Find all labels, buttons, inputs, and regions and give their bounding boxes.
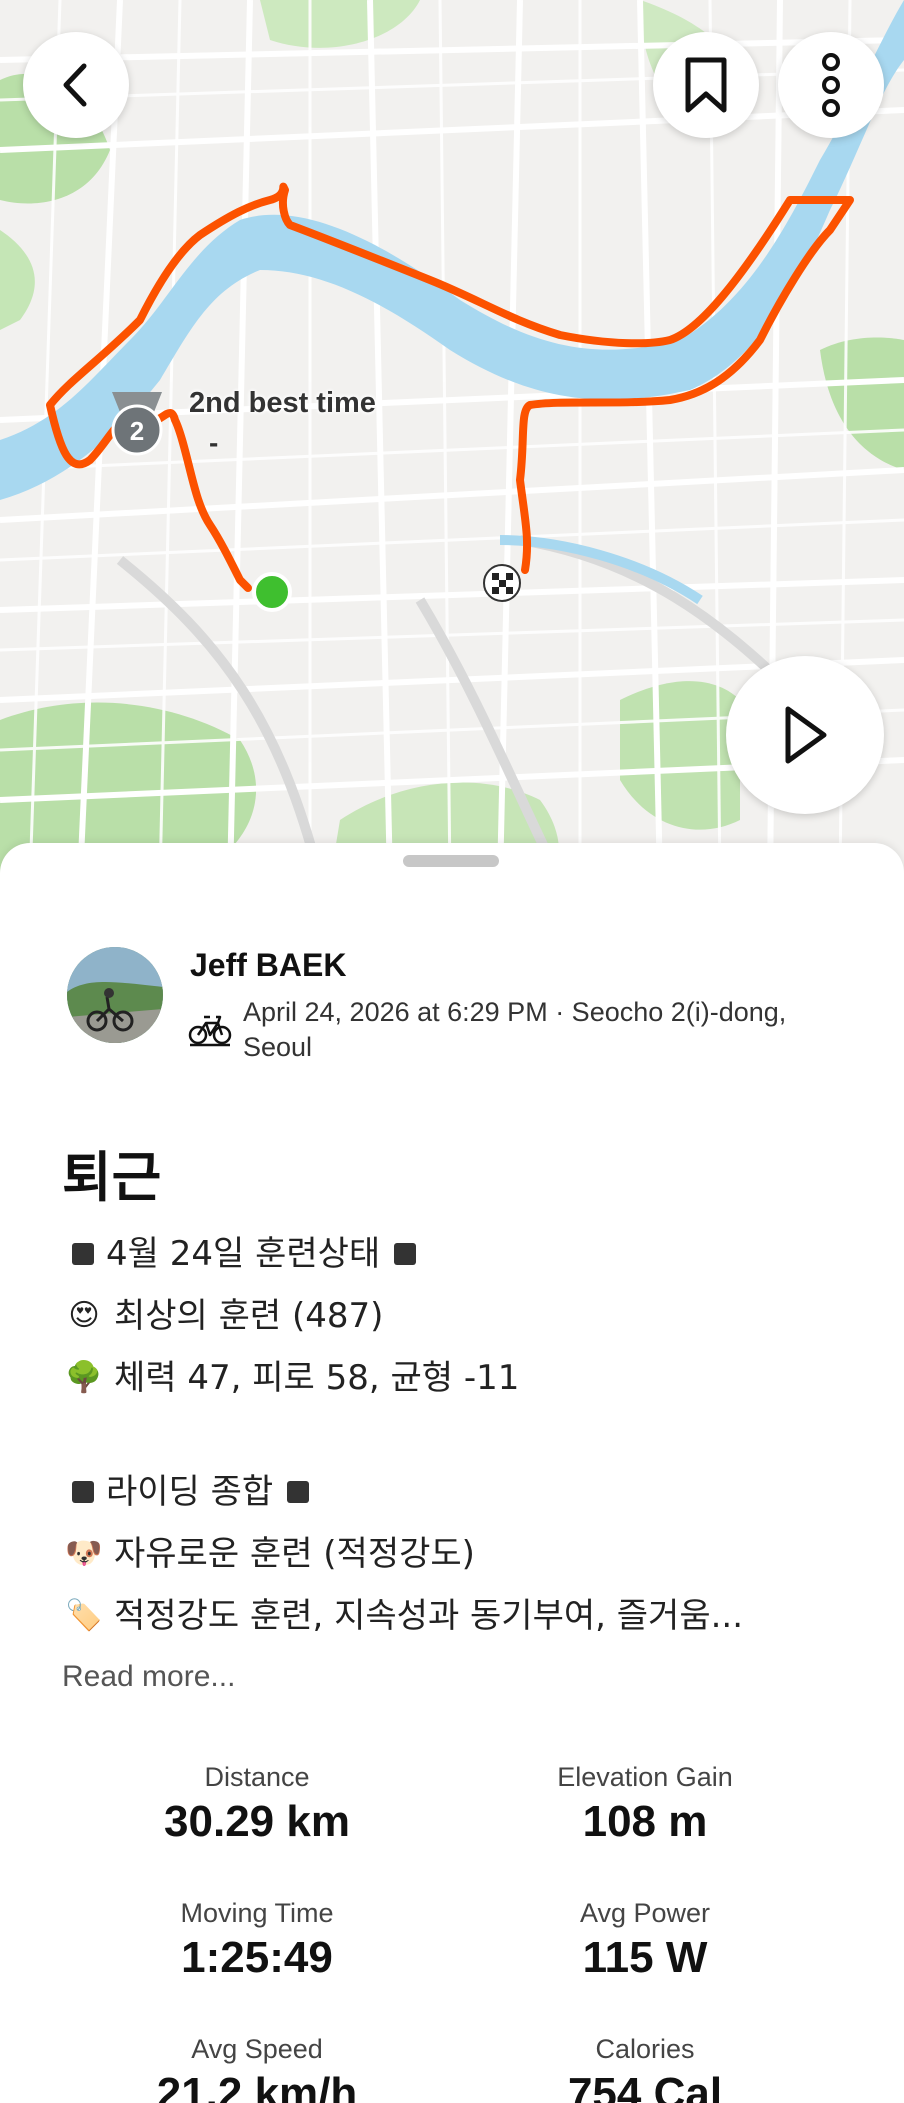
description-line: 😍 최상의 훈련 (487) [62, 1285, 862, 1347]
description-line: 라이딩 종합 [62, 1461, 862, 1523]
play-icon [785, 706, 827, 764]
segment-achievement-label: 2nd best time [189, 387, 376, 419]
sheet-drag-handle[interactable] [403, 855, 499, 867]
tree-icon: 🌳 [65, 1360, 103, 1395]
description-line: 🌳 체력 47, 피로 58, 균형 -11 [62, 1347, 862, 1409]
stat-avg-power: Avg Power 115 W [579, 1898, 711, 1982]
start-marker [252, 572, 292, 612]
finish-marker [483, 564, 521, 602]
square-icon [72, 1481, 94, 1503]
description-line: 🏷️ 적정강도 훈련, 지속성과 동기부여, 즐거움... [62, 1585, 862, 1647]
activity-description: 4월 24일 훈련상태 😍 최상의 훈련 (487) 🌳 체력 47, 피로 5… [62, 1223, 862, 1647]
back-button[interactable] [23, 32, 129, 138]
avatar-photo [67, 947, 163, 1043]
athlete-name[interactable]: Jeff BAEK [190, 947, 346, 984]
activity-meta: April 24, 2026 at 6:29 PM · Seocho 2(i)-… [243, 997, 787, 1062]
flyby-play-button[interactable] [726, 656, 884, 814]
stat-avg-speed: Avg Speed 21.2 km/h [156, 2034, 358, 2103]
stat-elevation-gain: Elevation Gain 108 m [557, 1762, 733, 1846]
activity-sheet: Jeff BAEK April 24, 2026 at 6:29 PM · Se… [0, 843, 904, 2103]
more-options-button[interactable] [778, 32, 884, 138]
more-vertical-icon [822, 53, 840, 117]
chevron-left-icon [63, 63, 87, 107]
bookmark-icon [685, 57, 727, 113]
stat-distance: Distance 30.29 km [164, 1762, 350, 1846]
segment-achievement-sub: - [209, 427, 219, 458]
square-icon [394, 1243, 417, 1265]
read-more-link[interactable]: Read more... [62, 1660, 235, 1694]
stat-moving-time: Moving Time 1:25:49 [180, 1898, 334, 1982]
tag-icon: 🏷️ [65, 1598, 103, 1633]
route-map[interactable]: 2 2nd best time - [0, 0, 904, 880]
description-line: 4월 24일 훈련상태 [62, 1223, 862, 1285]
avatar[interactable] [67, 947, 163, 1043]
description-line: 🐶 자유로운 훈련 (적정강도) [62, 1523, 862, 1585]
medal-rank: 2 [130, 416, 144, 446]
square-icon [72, 1243, 94, 1265]
dog-face-icon: 🐶 [65, 1536, 103, 1571]
square-icon [287, 1481, 310, 1503]
bike-icon [188, 1015, 232, 1047]
stat-calories: Calories 754 Cal [567, 2034, 723, 2103]
heart-eyes-icon: 😍 [68, 1298, 100, 1333]
activity-title: 퇴근 [62, 1146, 162, 1209]
bookmark-button[interactable] [653, 32, 759, 138]
